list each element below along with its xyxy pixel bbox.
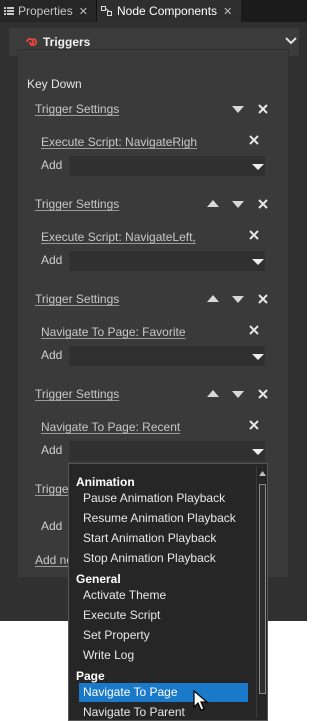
triggers-icon: [26, 38, 37, 46]
remove-icon[interactable]: [256, 293, 270, 305]
move-down-icon[interactable]: [231, 198, 245, 210]
close-icon[interactable]: ✕: [223, 5, 232, 18]
add-label: Add: [41, 158, 63, 172]
move-down-icon[interactable]: [231, 388, 245, 400]
popup-item[interactable]: Resume Animation Playback: [79, 509, 248, 528]
trigger-settings-link[interactable]: Trigger Settings: [35, 197, 119, 211]
trigger-settings-link[interactable]: Trigge: [35, 482, 69, 496]
move-up-icon[interactable]: [206, 388, 220, 400]
remove-icon[interactable]: [247, 229, 261, 241]
chevron-down-icon[interactable]: [252, 448, 264, 456]
chevron-down-icon[interactable]: [252, 353, 264, 361]
trigger-settings-link[interactable]: Trigger Settings: [35, 102, 119, 116]
add-action-dropdown[interactable]: [69, 346, 265, 366]
trigger-settings-link[interactable]: Trigger Settings: [35, 292, 119, 306]
remove-icon[interactable]: [256, 198, 270, 210]
trigger-action-link[interactable]: Execute Script: NavigateRigh: [41, 135, 197, 149]
add-action-dropdown[interactable]: [69, 251, 265, 271]
popup-scrollbar[interactable]: [256, 466, 267, 718]
popup-item[interactable]: Pause Animation Playback: [79, 489, 248, 508]
mouse-cursor-icon: [193, 690, 209, 711]
scrollbar-thumb[interactable]: [259, 484, 266, 694]
scroll-up-icon[interactable]: [258, 469, 267, 477]
move-down-icon[interactable]: [231, 293, 245, 305]
node-components-icon: [101, 6, 112, 16]
remove-icon[interactable]: [256, 388, 270, 400]
remove-icon[interactable]: [247, 419, 261, 431]
move-down-icon[interactable]: [231, 103, 245, 115]
close-icon[interactable]: ✕: [79, 5, 88, 18]
popup-group-label: Page: [76, 669, 105, 683]
trigger-action-link[interactable]: Navigate To Page: Favorite: [41, 325, 186, 339]
popup-group-label: General: [76, 572, 121, 586]
tab-bar: Properties ✕ Node Components ✕: [0, 0, 307, 22]
section-title: Triggers: [43, 35, 91, 49]
add-action-popup: Animation Pause Animation Playback Resum…: [68, 463, 268, 721]
chevron-down-icon[interactable]: [252, 163, 264, 171]
add-action-dropdown[interactable]: [69, 156, 265, 176]
chevron-down-icon[interactable]: [284, 34, 298, 48]
properties-icon: [4, 7, 14, 15]
add-label: Add: [41, 253, 63, 267]
chevron-down-icon[interactable]: [252, 258, 264, 266]
trigger-event-label: Key Down: [27, 77, 82, 91]
trigger-settings-link[interactable]: Trigger Settings: [35, 387, 119, 401]
remove-icon[interactable]: [247, 324, 261, 336]
popup-group-label: Animation: [76, 475, 135, 489]
popup-item[interactable]: Set Property: [79, 626, 248, 645]
remove-icon[interactable]: [256, 103, 270, 115]
tab-node-components[interactable]: Node Components ✕: [97, 0, 241, 22]
add-label: Add: [41, 519, 63, 533]
popup-item[interactable]: Execute Script: [79, 606, 248, 625]
popup-item[interactable]: Activate Theme: [79, 586, 248, 605]
add-label: Add: [41, 348, 63, 362]
remove-icon[interactable]: [247, 134, 261, 146]
tab-properties[interactable]: Properties ✕: [0, 0, 97, 22]
tab-properties-label: Properties: [18, 4, 73, 18]
popup-item[interactable]: Write Log: [79, 646, 248, 665]
popup-item[interactable]: Start Animation Playback: [79, 529, 248, 548]
add-label: Add: [41, 443, 63, 457]
trigger-action-link[interactable]: Navigate To Page: Recent: [41, 420, 180, 434]
add-action-dropdown[interactable]: [69, 441, 265, 461]
move-up-icon[interactable]: [206, 293, 220, 305]
popup-item-selected[interactable]: Navigate To Page: [79, 683, 248, 702]
trigger-action-link[interactable]: Execute Script: NavigateLeft,: [41, 230, 196, 244]
popup-item[interactable]: Navigate To Parent: [79, 703, 248, 720]
tab-node-components-label: Node Components: [117, 4, 218, 18]
move-up-icon[interactable]: [206, 198, 220, 210]
popup-item[interactable]: Stop Animation Playback: [79, 549, 248, 568]
